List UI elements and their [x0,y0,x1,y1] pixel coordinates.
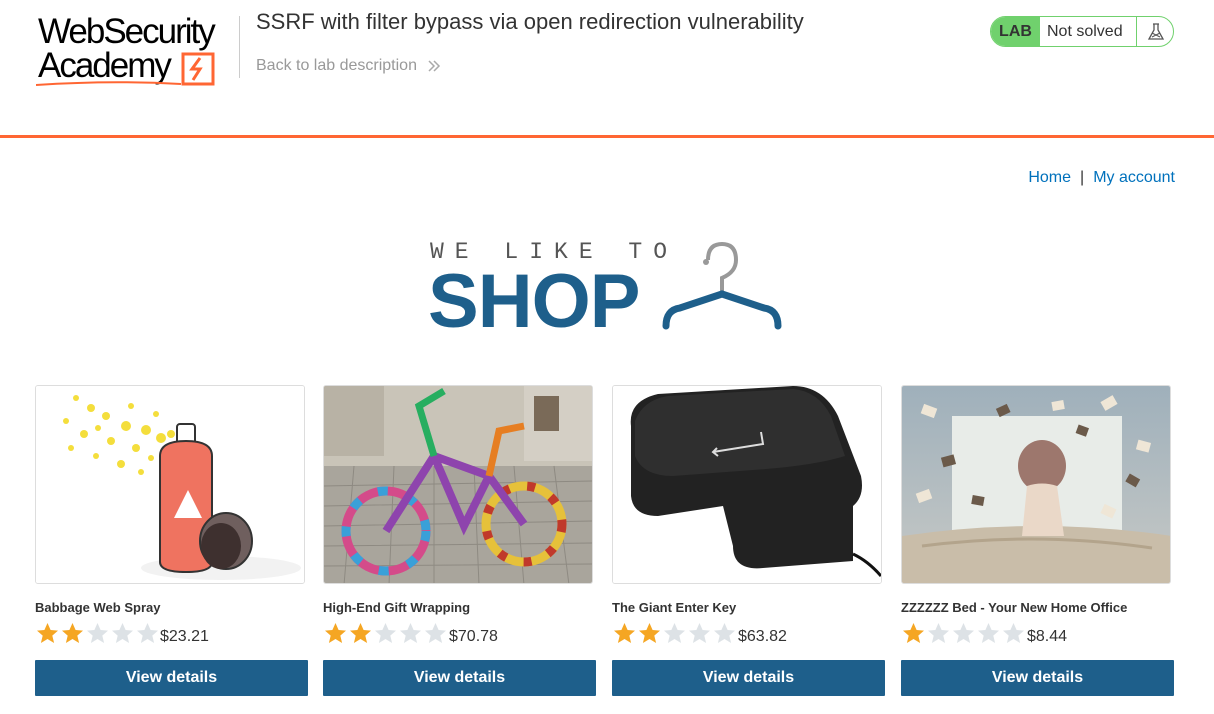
star-icon [714,623,735,643]
logo-separator [239,16,240,78]
star-icon [953,623,974,643]
view-details-button[interactable]: View details [901,660,1174,696]
logo-text-line1: WebSecurity [38,12,216,51]
shop-banner: WE LIKE TO SHOP [428,236,788,340]
spray-can-image [36,386,304,583]
home-link[interactable]: Home [1028,169,1071,186]
product-name: The Giant Enter Key [612,600,737,615]
star-icon [978,623,999,643]
star-icon [87,623,108,643]
banner-headline: SHOP [428,259,640,344]
star-icon [639,623,660,643]
logo-text-line2: Academy [38,46,172,85]
product-image [612,385,882,584]
product-image [901,385,1171,584]
star-icon [325,623,346,643]
star-icon [664,623,685,643]
star-icon [903,623,924,643]
product-name: Babbage Web Spray [35,600,161,615]
view-details-button[interactable]: View details [323,660,596,696]
star-icon [37,623,58,643]
product-image [35,385,305,584]
star-icon [137,623,158,643]
view-details-button[interactable]: View details [35,660,308,696]
star-icon [928,623,949,643]
product-price: $63.82 [738,628,787,645]
flying-books-bed-image [902,386,1170,583]
product-name: High-End Gift Wrapping [323,600,471,615]
web-security-academy-logo[interactable]: WebSecurity Academy [36,14,236,88]
star-icon [1003,623,1024,643]
view-details-button[interactable]: View details [612,660,885,696]
product-image [323,385,593,584]
product-rating [901,622,1026,644]
product-price: $8.44 [1027,628,1068,645]
back-link-label: Back to lab description [256,57,417,74]
product-name: ZZZZZZ Bed - Your New Home Office [901,600,1128,615]
product-rating [612,622,737,644]
lab-title: SSRF with filter bypass via open redirec… [256,9,804,34]
account-nav: Home | My account [1028,169,1175,187]
knitted-bicycle-image [324,386,592,583]
lab-status-text: Not solved [1047,23,1123,40]
star-icon [62,623,83,643]
star-icon [425,623,446,643]
lab-status-widget: LAB Not solved [990,16,1174,47]
star-icon [614,623,635,643]
product-price: $70.78 [449,628,498,645]
star-icon [689,623,710,643]
nav-separator: | [1080,169,1085,186]
lab-header: WebSecurity Academy SSRF with filter byp… [0,0,1214,138]
lab-badge: LAB [991,17,1040,46]
product-rating [323,622,448,644]
my-account-link[interactable]: My account [1093,169,1175,186]
logo-underline [36,81,182,86]
logo-lightning-icon [181,52,215,86]
product-rating [35,622,160,644]
giant-enter-key-image [613,386,881,583]
flask-icon [1147,23,1165,40]
star-icon [375,623,396,643]
hanger-icon [662,241,782,330]
lab-flask-box [1136,17,1173,46]
star-icon [112,623,133,643]
product-price: $23.21 [160,628,209,645]
double-chevron-right-icon [428,60,441,72]
star-icon [400,623,421,643]
star-icon [350,623,371,643]
back-to-lab-description-link[interactable]: Back to lab description [256,57,441,75]
